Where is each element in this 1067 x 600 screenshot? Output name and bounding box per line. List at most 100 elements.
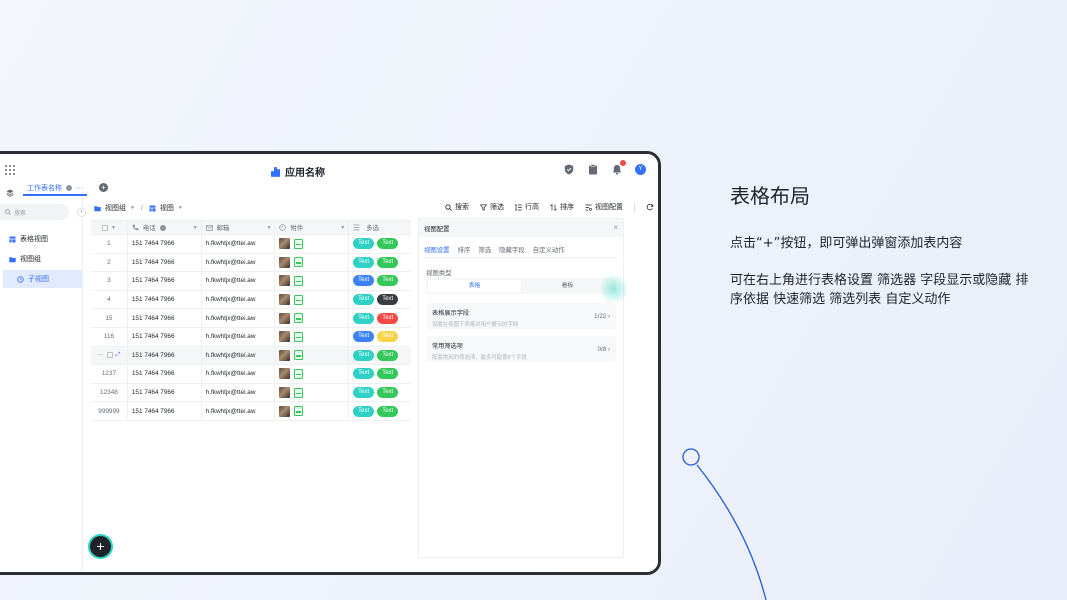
multiselect-cell[interactable]: Text Text [349, 309, 411, 327]
phone-cell[interactable]: 151 7464 7966 [128, 365, 202, 383]
phone-cell[interactable]: 151 7464 7966 [128, 253, 202, 272]
attachment-cell[interactable] [275, 346, 350, 365]
email-cell[interactable]: h.fkwhtjx@ttei.aw [202, 235, 276, 253]
email-cell[interactable]: h.fkwhtjx@ttei.aw [202, 402, 276, 420]
row-index-cell[interactable]: ··· ⤢ [91, 346, 128, 365]
add-record-button[interactable]: + [90, 536, 111, 557]
sidebar-item-table-view[interactable]: 表格视图 [3, 230, 82, 248]
chevron-down-icon[interactable]: ▼ [178, 205, 183, 211]
chevron-down-icon[interactable]: ▼ [340, 225, 345, 231]
spreadsheet-file-icon[interactable] [294, 406, 304, 417]
row-height-button[interactable]: 行高 [515, 202, 539, 212]
image-thumbnail[interactable] [279, 331, 291, 343]
add-tab-button[interactable]: + [99, 183, 108, 192]
spreadsheet-file-icon[interactable] [294, 257, 304, 268]
display-fields-card[interactable]: 表格展示字段 设置在视图下表格对用户展示的字段 1/22 › [426, 303, 616, 329]
email-cell[interactable]: h.fkwhtjx@ttei.aw [202, 253, 276, 272]
spreadsheet-file-icon[interactable] [294, 313, 304, 324]
chevron-down-icon[interactable]: ▼ [193, 225, 198, 231]
table-row[interactable]: 1237 151 7464 7966 h.fkwhtjx@ttei.aw Text Te… [91, 365, 411, 384]
table-row[interactable]: 4 151 7464 7966 h.fkwhtjx@ttei.aw Text Text [91, 290, 411, 310]
attachment-cell[interactable] [275, 365, 350, 383]
row-index-cell[interactable]: 3 [91, 272, 128, 290]
table-row[interactable]: 15 151 7464 7966 h.fkwhtjx@ttei.aw Text Text [91, 309, 411, 328]
image-thumbnail[interactable] [279, 294, 291, 306]
column-header-attachment[interactable]: 附件 ▼ [275, 221, 350, 234]
spreadsheet-file-icon[interactable] [294, 350, 304, 361]
email-cell[interactable]: h.fkwhtjx@ttei.aw [202, 346, 276, 365]
search-button[interactable]: 搜索 [445, 202, 469, 212]
spreadsheet-file-icon[interactable] [294, 294, 304, 305]
view-type-table[interactable]: 表格 [428, 280, 521, 292]
more-icon[interactable]: ··· [98, 352, 104, 358]
image-thumbnail[interactable] [279, 275, 291, 287]
chevron-down-icon[interactable]: ▼ [130, 205, 135, 211]
column-header-phone[interactable]: 电话 ▼ [128, 221, 202, 234]
common-filters-card[interactable]: 常用筛选项 配置常用的筛选项，最多可配置8个字段 0/8 › [426, 336, 616, 362]
attachment-cell[interactable] [275, 253, 350, 272]
image-thumbnail[interactable] [279, 312, 291, 324]
phone-cell[interactable]: 151 7464 7966 [128, 235, 202, 253]
multiselect-cell[interactable]: Text Text [349, 291, 411, 309]
chevron-down-icon[interactable]: ▼ [111, 225, 116, 231]
row-index-cell[interactable]: 1 [91, 235, 128, 253]
table-row[interactable]: ··· ⤢ 151 7464 7966 h.fkwhtjx@ttei.aw Text Te… [91, 346, 411, 366]
multiselect-cell[interactable]: Text Text [349, 347, 411, 365]
row-index-cell[interactable]: 12348 [91, 383, 128, 402]
tab-worksheet[interactable]: 工作表名称 ··· [23, 182, 87, 196]
spreadsheet-file-icon[interactable] [294, 368, 304, 379]
email-cell[interactable]: h.fkwhtjx@ttei.aw [202, 309, 276, 327]
row-checkbox[interactable] [106, 352, 113, 359]
row-index-cell[interactable]: 1237 [91, 365, 128, 383]
spreadsheet-file-icon[interactable] [294, 275, 304, 286]
phone-cell[interactable]: 151 7464 7966 [128, 383, 202, 402]
spreadsheet-file-icon[interactable] [294, 238, 304, 249]
close-icon[interactable]: × [613, 223, 618, 232]
chevron-down-icon[interactable]: ▼ [266, 225, 271, 231]
attachment-cell[interactable] [275, 309, 350, 327]
image-thumbnail[interactable] [279, 387, 291, 399]
multiselect-cell[interactable]: Text Text [349, 235, 411, 253]
avatar[interactable]: Y [635, 163, 646, 175]
row-index-cell[interactable]: 116 [91, 327, 128, 346]
image-thumbnail[interactable] [279, 238, 291, 250]
table-row[interactable]: 999999 151 7464 7966 h.fkwhtjx@ttei.aw Text… [91, 402, 411, 421]
sort-button[interactable]: 排序 [550, 202, 574, 212]
image-thumbnail[interactable] [279, 349, 291, 361]
breadcrumb-view[interactable]: 视图 [160, 203, 174, 213]
sidebar-item-sub-view[interactable]: 子视图 [3, 270, 82, 288]
row-index-cell[interactable]: 4 [91, 290, 128, 309]
sidebar-item-view-group[interactable]: 视图组 [3, 250, 82, 268]
table-row[interactable]: 1 151 7464 7966 h.fkwhtjx@ttei.aw Text Text [91, 235, 411, 254]
spreadsheet-file-icon[interactable] [294, 331, 304, 342]
attachment-cell[interactable] [275, 290, 350, 309]
expand-icon[interactable]: ⤢ [116, 352, 121, 359]
multiselect-cell[interactable]: Text Text [349, 272, 411, 290]
attachment-cell[interactable] [275, 272, 350, 290]
email-cell[interactable]: h.fkwhtjx@ttei.aw [202, 365, 276, 383]
more-icon[interactable]: ··· [76, 185, 83, 192]
bell-icon[interactable] [611, 160, 626, 175]
attachment-cell[interactable] [275, 402, 350, 420]
table-row[interactable]: 3 151 7464 7966 h.fkwhtjx@ttei.aw Text Text [91, 272, 411, 291]
clipboard-icon[interactable] [587, 163, 599, 175]
phone-cell[interactable]: 151 7464 7966 [128, 327, 202, 346]
phone-cell[interactable]: 151 7464 7966 [128, 290, 202, 309]
refresh-button[interactable] [646, 203, 654, 211]
email-cell[interactable]: h.fkwhtjx@ttei.aw [202, 272, 276, 290]
filter-button[interactable]: 筛选 [480, 202, 504, 212]
image-thumbnail[interactable] [279, 256, 291, 268]
row-index-cell[interactable]: 2 [91, 253, 128, 272]
attachment-cell[interactable] [275, 327, 350, 346]
row-index-cell[interactable]: 15 [91, 309, 128, 327]
multiselect-cell[interactable]: Text Text [349, 328, 411, 346]
sidebar-search-input[interactable]: 搜索 [0, 204, 69, 220]
multiselect-cell[interactable]: Text Text [349, 365, 411, 383]
phone-cell[interactable]: 151 7464 7966 [128, 346, 202, 365]
column-header-multiselect[interactable]: 多选 [349, 221, 411, 234]
apps-grid-icon[interactable] [5, 165, 15, 175]
select-all-checkbox[interactable] [101, 224, 108, 231]
attachment-cell[interactable] [275, 383, 350, 402]
phone-cell[interactable]: 151 7464 7966 [128, 272, 202, 290]
multiselect-cell[interactable]: Text Text [349, 254, 411, 272]
